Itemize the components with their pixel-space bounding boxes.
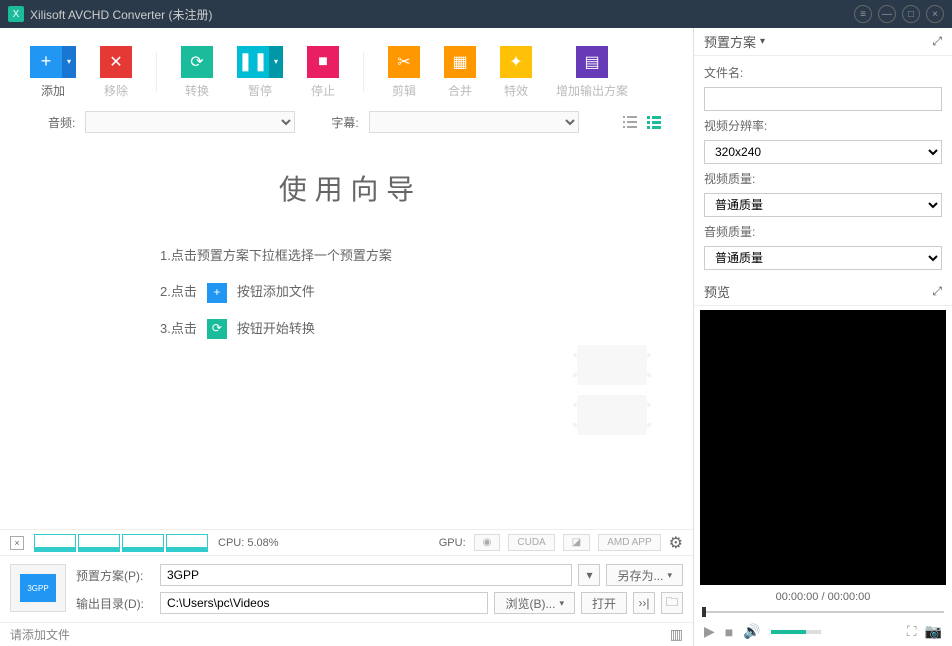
main-toolbar: + ▾ 添加 ✕ 移除 ⟳ 转换 ❚❚ ▾ 暂停 [0,28,693,106]
filename-input[interactable] [704,87,942,111]
audio-label: 音频: [48,114,75,131]
expand-preset-icon[interactable]: ⤢ [932,34,942,49]
video-quality-select[interactable]: 普通质量 [704,193,942,217]
pause-icon: ❚❚ [237,46,269,78]
report-icon[interactable]: ▥ [670,626,683,643]
convert-icon: ⟳ [207,319,227,339]
bottom-form: 3GPP 预置方案(P): ▾ 另存为... 输出目录(D): 浏览(B)...… [0,555,693,622]
seek-slider[interactable] [702,609,944,615]
wizard-area: 使 用 向 导 1.点击预置方案下拉框选择一个预置方案 2.点击 + 按钮添加文… [0,138,693,529]
nvidia-icon: ◉ [474,534,501,551]
subtitle-label: 字幕: [331,114,358,131]
preset-panel-header: 预置方案 ▾ ⤢ [694,28,952,56]
add-button[interactable]: + ▾ 添加 [30,46,76,99]
scissors-icon: ✂ [388,46,420,78]
resolution-label: 视频分辨率: [704,117,942,134]
save-as-button[interactable]: 另存为... [606,564,683,586]
sub-toolbar: 音频: 字幕: [0,106,693,138]
volume-icon[interactable]: 🔊 [743,623,760,640]
folder-button[interactable]: 🗀 [661,592,683,614]
pause-button[interactable]: ❚❚ ▾ 暂停 [237,46,283,99]
video-preview [700,310,946,585]
snapshot-icon[interactable]: 📷 [925,623,942,640]
wand-icon: ✦ [500,46,532,78]
add-output-button[interactable]: ▤ 增加输出方案 [556,46,628,99]
settings-button[interactable]: ≡ [854,5,872,23]
audio-quality-label: 音频质量: [704,223,942,240]
cpu-bar: × CPU: 5.08% GPU: ◉ CUDA ◪ AMD APP ⚙ [0,529,693,555]
wizard-step-2: 2.点击 + 按钮添加文件 [160,274,653,310]
plus-icon: + [30,46,62,78]
volume-slider[interactable] [771,630,821,634]
app-title: Xilisoft AVCHD Converter (未注册) [30,6,212,23]
minimize-button[interactable]: — [878,5,896,23]
status-hint: 请添加文件 [10,626,70,643]
convert-button[interactable]: ⟳ 转换 [181,46,213,99]
merge-icon: ▦ [444,46,476,78]
expand-preview-icon[interactable]: ⤢ [932,284,942,299]
titlebar: X Xilisoft AVCHD Converter (未注册) ≡ — □ × [0,0,952,28]
audio-quality-select[interactable]: 普通质量 [704,246,942,270]
audio-select[interactable] [85,111,295,133]
fullscreen-icon[interactable]: ⛶ [907,623,917,640]
amd-icon: ◪ [563,534,590,551]
app-icon: X [8,6,24,22]
wizard-title: 使 用 向 导 [40,168,653,208]
time-display: 00:00:00 / 00:00:00 [694,587,952,607]
output-label: 输出目录(D): [76,595,154,612]
merge-button[interactable]: ▦ 合并 [444,46,476,99]
cuda-button[interactable]: CUDA [508,534,554,551]
film-placeholder-icon [572,340,652,440]
list-view-icon[interactable] [621,113,639,131]
amd-button[interactable]: AMD APP [598,534,660,551]
preset-dropdown-button[interactable]: ▾ [578,564,600,586]
play-button[interactable]: ▶ [704,623,715,640]
video-quality-label: 视频质量: [704,170,942,187]
cpu-graphs [34,534,208,552]
convert-icon: ⟳ [181,46,213,78]
resolution-select[interactable]: 320x240 [704,140,942,164]
subtitle-select[interactable] [369,111,579,133]
plus-icon: + [207,283,227,303]
gear-icon[interactable]: ⚙ [669,533,683,553]
preview-panel-header: 预览 ⤢ [694,278,952,306]
effects-button[interactable]: ✦ 特效 [500,46,532,99]
preset-input[interactable] [160,564,572,586]
history-button[interactable]: ››| [633,592,655,614]
right-pane: 预置方案 ▾ ⤢ 文件名: 视频分辨率: 320x240 视频质量: 普通质量 … [694,28,952,646]
stop-button[interactable]: ■ 停止 [307,46,339,99]
stop-icon: ■ [307,46,339,78]
left-pane: + ▾ 添加 ✕ 移除 ⟳ 转换 ❚❚ ▾ 暂停 [0,28,694,646]
maximize-button[interactable]: □ [902,5,920,23]
chevron-down-icon: ▾ [62,46,76,78]
cpu-usage-label: CPU: 5.08% [218,537,279,549]
remove-icon: ✕ [100,46,132,78]
stop-preview-button[interactable]: ■ [725,624,733,640]
clip-button[interactable]: ✂ 剪辑 [388,46,420,99]
preset-label: 预置方案(P): [76,567,154,584]
remove-button[interactable]: ✕ 移除 [100,46,132,99]
cpu-close-button[interactable]: × [10,536,24,550]
open-button[interactable]: 打开 [581,592,627,614]
document-icon: ▤ [576,46,608,78]
gpu-label: GPU: [439,537,466,549]
status-bar: 请添加文件 ▥ [0,622,693,646]
chevron-down-icon: ▾ [269,46,283,78]
preset-thumbnail: 3GPP [10,564,66,612]
filename-label: 文件名: [704,64,942,81]
wizard-step-1: 1.点击预置方案下拉框选择一个预置方案 [160,238,653,274]
browse-button[interactable]: 浏览(B)... [494,592,575,614]
detail-view-icon[interactable] [645,113,663,131]
output-input[interactable] [160,592,488,614]
close-button[interactable]: × [926,5,944,23]
